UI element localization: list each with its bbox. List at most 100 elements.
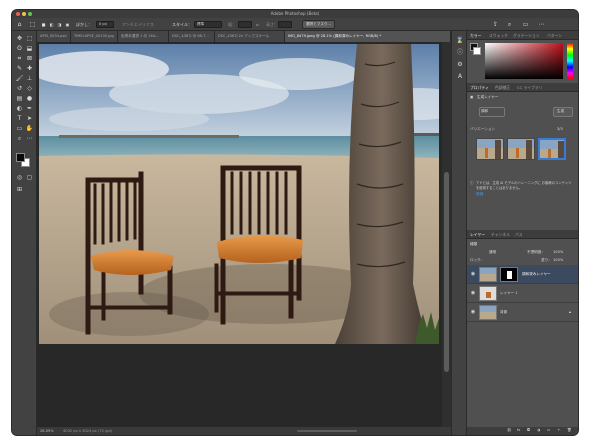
blend-mode-select[interactable]: 通常 [489,250,496,255]
add-mask-icon[interactable]: ◘ [527,428,530,433]
adjustment-layer-icon[interactable]: ◑ [537,428,540,433]
fill-value[interactable]: 100% [553,258,563,263]
subtract-selection-icon[interactable]: ◨ [56,21,63,28]
canvas-area[interactable] [37,42,451,429]
tab-gradients[interactable]: グラデーション [513,31,540,40]
blur-tool-icon[interactable]: ● [25,94,34,103]
history-icon[interactable]: ⌛ [456,37,464,45]
doc-tab[interactable]: TIMELAPSE_00135.jpg [71,31,118,42]
layer-row-background[interactable]: ◉ 背景 🔒︎ [467,303,578,322]
eyedropper-tool-icon[interactable]: ✎ [15,64,24,73]
artboard-tool-icon[interactable]: ⬚ [25,34,34,43]
stamp-tool-icon[interactable]: ⊥ [25,74,34,83]
history-brush-tool-icon[interactable]: ↺ [15,84,24,93]
kind-filter[interactable]: 種類 [470,242,477,247]
vertical-scrollbar[interactable] [442,42,451,429]
layer-row-harmonized[interactable]: ◉ 調和済みレイヤー [467,265,578,284]
document-image[interactable] [39,44,439,344]
feather-input[interactable]: 0 px [96,21,114,28]
tab-properties[interactable]: プロパティ [470,83,489,92]
shape-tool-icon[interactable]: ▭ [15,124,24,133]
visibility-eye-icon[interactable]: ◉ [470,271,476,277]
zoom-tool-icon[interactable]: ⌕ [15,134,24,143]
home-icon[interactable]: ⌂ [16,21,23,28]
tab-adjustments[interactable]: 色調補正 [495,83,510,92]
doc-tab[interactable]: DSC_4367j @ 66.7... [169,31,215,42]
crop-tool-icon[interactable]: ⌗ [15,54,24,63]
quick-mask-icon[interactable]: ◎ [15,173,24,182]
brush-tool-icon[interactable]: 🖌︎ [15,74,24,83]
color-picker-field[interactable] [485,43,563,79]
tab-layers[interactable]: レイヤー [470,230,485,239]
frame-tool-icon[interactable]: ⊠ [25,54,34,63]
panel-options-icon[interactable]: ⋯ [538,21,545,28]
doc-tab-active[interactable]: IMG_8479.jpeg @ 28.1% (調和済みレイヤー, RGB/8) … [285,31,451,42]
new-group-icon[interactable]: ▭ [547,428,550,433]
layer-thumbnail [479,267,497,282]
tab-patterns[interactable]: パターン [547,31,562,40]
screen-mode-icon[interactable]: ▢ [25,173,34,182]
type-tool-icon[interactable]: T [15,114,24,123]
tab-paths[interactable]: パス [515,230,523,239]
dodge-tool-icon[interactable]: ◐ [15,104,24,113]
select-and-mask-button[interactable]: 選択とマスク... [302,20,335,29]
rect-marquee-icon[interactable]: ⬚ [29,21,36,28]
swap-dimensions-icon[interactable]: ⇄ [254,21,261,28]
intersect-selection-icon[interactable]: ▣ [64,21,71,28]
character-icon[interactable]: A [456,73,464,81]
share-icon[interactable]: ⇪ [492,21,499,28]
generative-layer-icon: ▣ [470,95,474,99]
pen-tool-icon[interactable]: ✒ [25,104,34,113]
opacity-value[interactable]: 100% [553,250,563,255]
fx-icon[interactable]: fx [517,428,520,433]
learn-more-link[interactable]: 詳細 [476,192,483,197]
lasso-tool-icon[interactable]: ʘ [15,44,24,53]
antialias-checkbox[interactable]: アンチエイリアス [122,20,154,29]
hue-slider[interactable] [567,43,573,79]
doc-tab[interactable]: DSC_4367j 2x アップスケール [215,31,285,42]
add-selection-icon[interactable]: ◧ [48,21,55,28]
object-select-tool-icon[interactable]: ⬓ [25,44,34,53]
visibility-eye-icon[interactable]: ◉ [470,290,476,296]
workspace-icon[interactable]: ▭ [522,21,529,28]
path-select-tool-icon[interactable]: ➤ [25,114,34,123]
contextual-bar-icon[interactable]: ⊞ [15,185,24,194]
spot-heal-tool-icon[interactable]: ✚ [25,64,34,73]
bg-color-chip[interactable] [473,47,481,55]
hand-tool-icon[interactable]: ✋ [25,124,34,133]
delete-layer-icon[interactable]: 🗑︎ [567,428,572,433]
eraser-tool-icon[interactable]: ◇ [25,84,34,93]
variation-thumbnail-3-selected[interactable] [538,138,566,160]
link-layers-icon[interactable]: ⛓ [507,428,512,433]
tab-color[interactable]: カラー [470,31,481,40]
layer-name[interactable]: 調和済みレイヤー [522,272,551,277]
layer-mask-thumbnail[interactable] [500,267,518,282]
height-input[interactable] [278,21,292,28]
document-info[interactable]: 4032 px x 3024 px (72 ppi) [63,427,112,435]
move-tool-icon[interactable]: ✥ [15,34,24,43]
scrollbar-thumb[interactable] [444,172,449,372]
tab-swatches[interactable]: スウォッチ [489,31,508,40]
tab-channels[interactable]: チャンネル [491,230,510,239]
doc-tab[interactable]: 色帯未選択 1 @ 164... [118,31,169,42]
gradient-tool-icon[interactable]: ▤ [15,94,24,103]
visibility-eye-icon[interactable]: ◉ [470,309,476,315]
brush-settings-icon[interactable]: ⚙ [456,61,464,69]
horizontal-scrollbar[interactable] [297,430,357,432]
layer-row-1[interactable]: ◉ レイヤー 1 [467,284,578,303]
new-selection-icon[interactable]: ■ [40,21,47,28]
info-icon[interactable]: ⓘ [456,49,464,57]
layer-name[interactable]: 背景 [500,310,507,315]
tab-cc-libraries[interactable]: CC ライブラリ [517,83,543,92]
more-tools-icon[interactable]: ⋯ [25,134,34,143]
layer-name[interactable]: レイヤー 1 [500,291,518,296]
variation-thumbnail-2[interactable] [507,138,535,160]
new-layer-icon[interactable]: ＋ [557,428,561,433]
layer-type-label: 生成レイヤー [477,95,499,99]
variation-thumbnail-1[interactable] [476,138,504,160]
zoom-level[interactable]: 28.09% [40,427,54,435]
search-icon[interactable]: ⌕ [506,21,513,28]
style-select[interactable]: 標準 [194,21,222,28]
width-input[interactable] [238,21,252,28]
doc-tab[interactable]: APSI_0034.psd [37,31,71,42]
